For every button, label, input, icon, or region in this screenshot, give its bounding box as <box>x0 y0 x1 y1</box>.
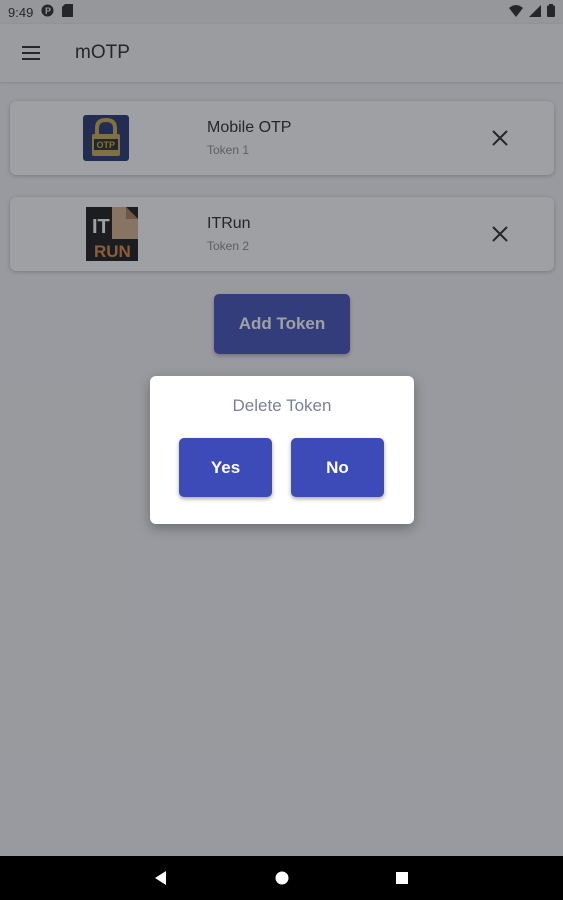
no-button[interactable]: No <box>291 438 384 497</box>
navigation-bar <box>0 856 563 900</box>
dialog-title: Delete Token <box>232 396 332 415</box>
home-icon[interactable] <box>272 868 292 888</box>
yes-button[interactable]: Yes <box>179 438 272 497</box>
delete-token-dialog: Delete Token Yes No <box>150 376 414 524</box>
back-icon[interactable] <box>151 868 171 888</box>
recents-icon[interactable] <box>392 868 412 888</box>
